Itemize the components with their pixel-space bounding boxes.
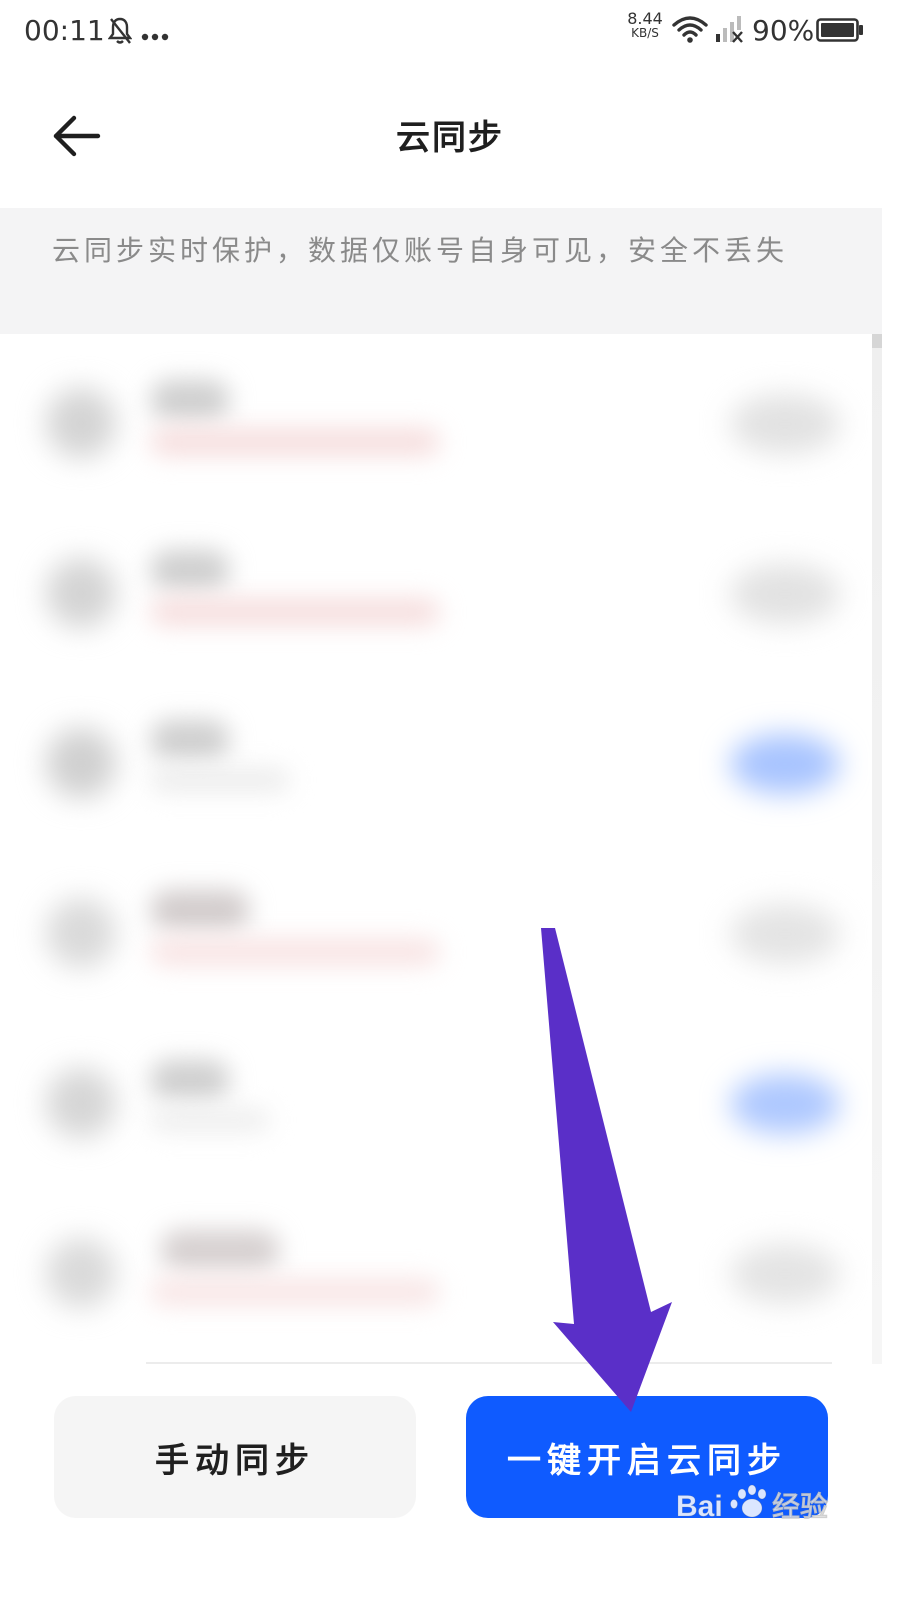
item-toggle[interactable] <box>730 734 840 794</box>
item-toggle[interactable] <box>730 394 840 454</box>
item-subtitle <box>150 1278 440 1306</box>
app-icon <box>46 388 116 458</box>
list-item <box>0 684 870 854</box>
mute-bell-icon <box>107 16 133 50</box>
list-item <box>0 1024 870 1194</box>
scrollbar[interactable] <box>872 334 882 1364</box>
network-speed-unit: KB/S <box>631 26 659 40</box>
item-subtitle <box>150 428 440 456</box>
header: 云同步 <box>0 80 900 192</box>
network-speed-value: 8.44 <box>627 9 663 28</box>
network-speed: 8.44 KB/S <box>624 9 666 41</box>
app-icon <box>46 558 116 628</box>
item-subtitle <box>150 1108 270 1132</box>
status-bar: 00:11 8.44 KB/S 90% <box>0 0 900 64</box>
item-toggle[interactable] <box>730 1244 840 1304</box>
page-title: 云同步 <box>396 118 504 158</box>
wifi-icon <box>672 14 708 48</box>
item-title <box>150 380 230 420</box>
list-item <box>0 854 870 1024</box>
info-text: 云同步实时保护，数据仅账号自身可见，安全不丢失 <box>52 234 789 267</box>
enable-cloud-sync-button[interactable]: 一键开启云同步 <box>466 1396 828 1518</box>
item-subtitle <box>150 938 440 966</box>
app-icon <box>46 1238 116 1308</box>
item-subtitle <box>150 768 290 792</box>
item-subtitle <box>150 598 440 626</box>
list-item <box>0 514 870 684</box>
item-title <box>150 550 230 590</box>
app-icon <box>46 728 116 798</box>
list-item <box>0 344 870 514</box>
item-toggle[interactable] <box>730 1074 840 1134</box>
item-title <box>150 890 250 930</box>
cellular-signal-icon <box>714 14 744 48</box>
battery-icon <box>816 18 864 46</box>
battery-percent: 90% <box>752 14 815 47</box>
item-title <box>160 1230 280 1270</box>
item-title <box>150 720 230 760</box>
info-banner: 云同步实时保护，数据仅账号自身可见，安全不丢失 <box>0 208 882 334</box>
manual-sync-button[interactable]: 手动同步 <box>54 1396 416 1518</box>
sync-item-list <box>0 344 870 1360</box>
item-toggle[interactable] <box>730 564 840 624</box>
status-time: 00:11 <box>24 14 105 47</box>
app-icon <box>46 898 116 968</box>
list-item <box>0 1194 870 1360</box>
more-dots-icon <box>141 26 169 45</box>
item-toggle[interactable] <box>730 904 840 964</box>
watermark-url: jingyan.baidu.com <box>680 1528 810 1544</box>
item-title <box>150 1060 230 1100</box>
list-divider <box>146 1362 832 1364</box>
app-icon <box>46 1068 116 1138</box>
cloud-sync-screen: 00:11 8.44 KB/S 90% 云同步 云同步实时保护，数据仅账号自身可… <box>0 0 900 1600</box>
